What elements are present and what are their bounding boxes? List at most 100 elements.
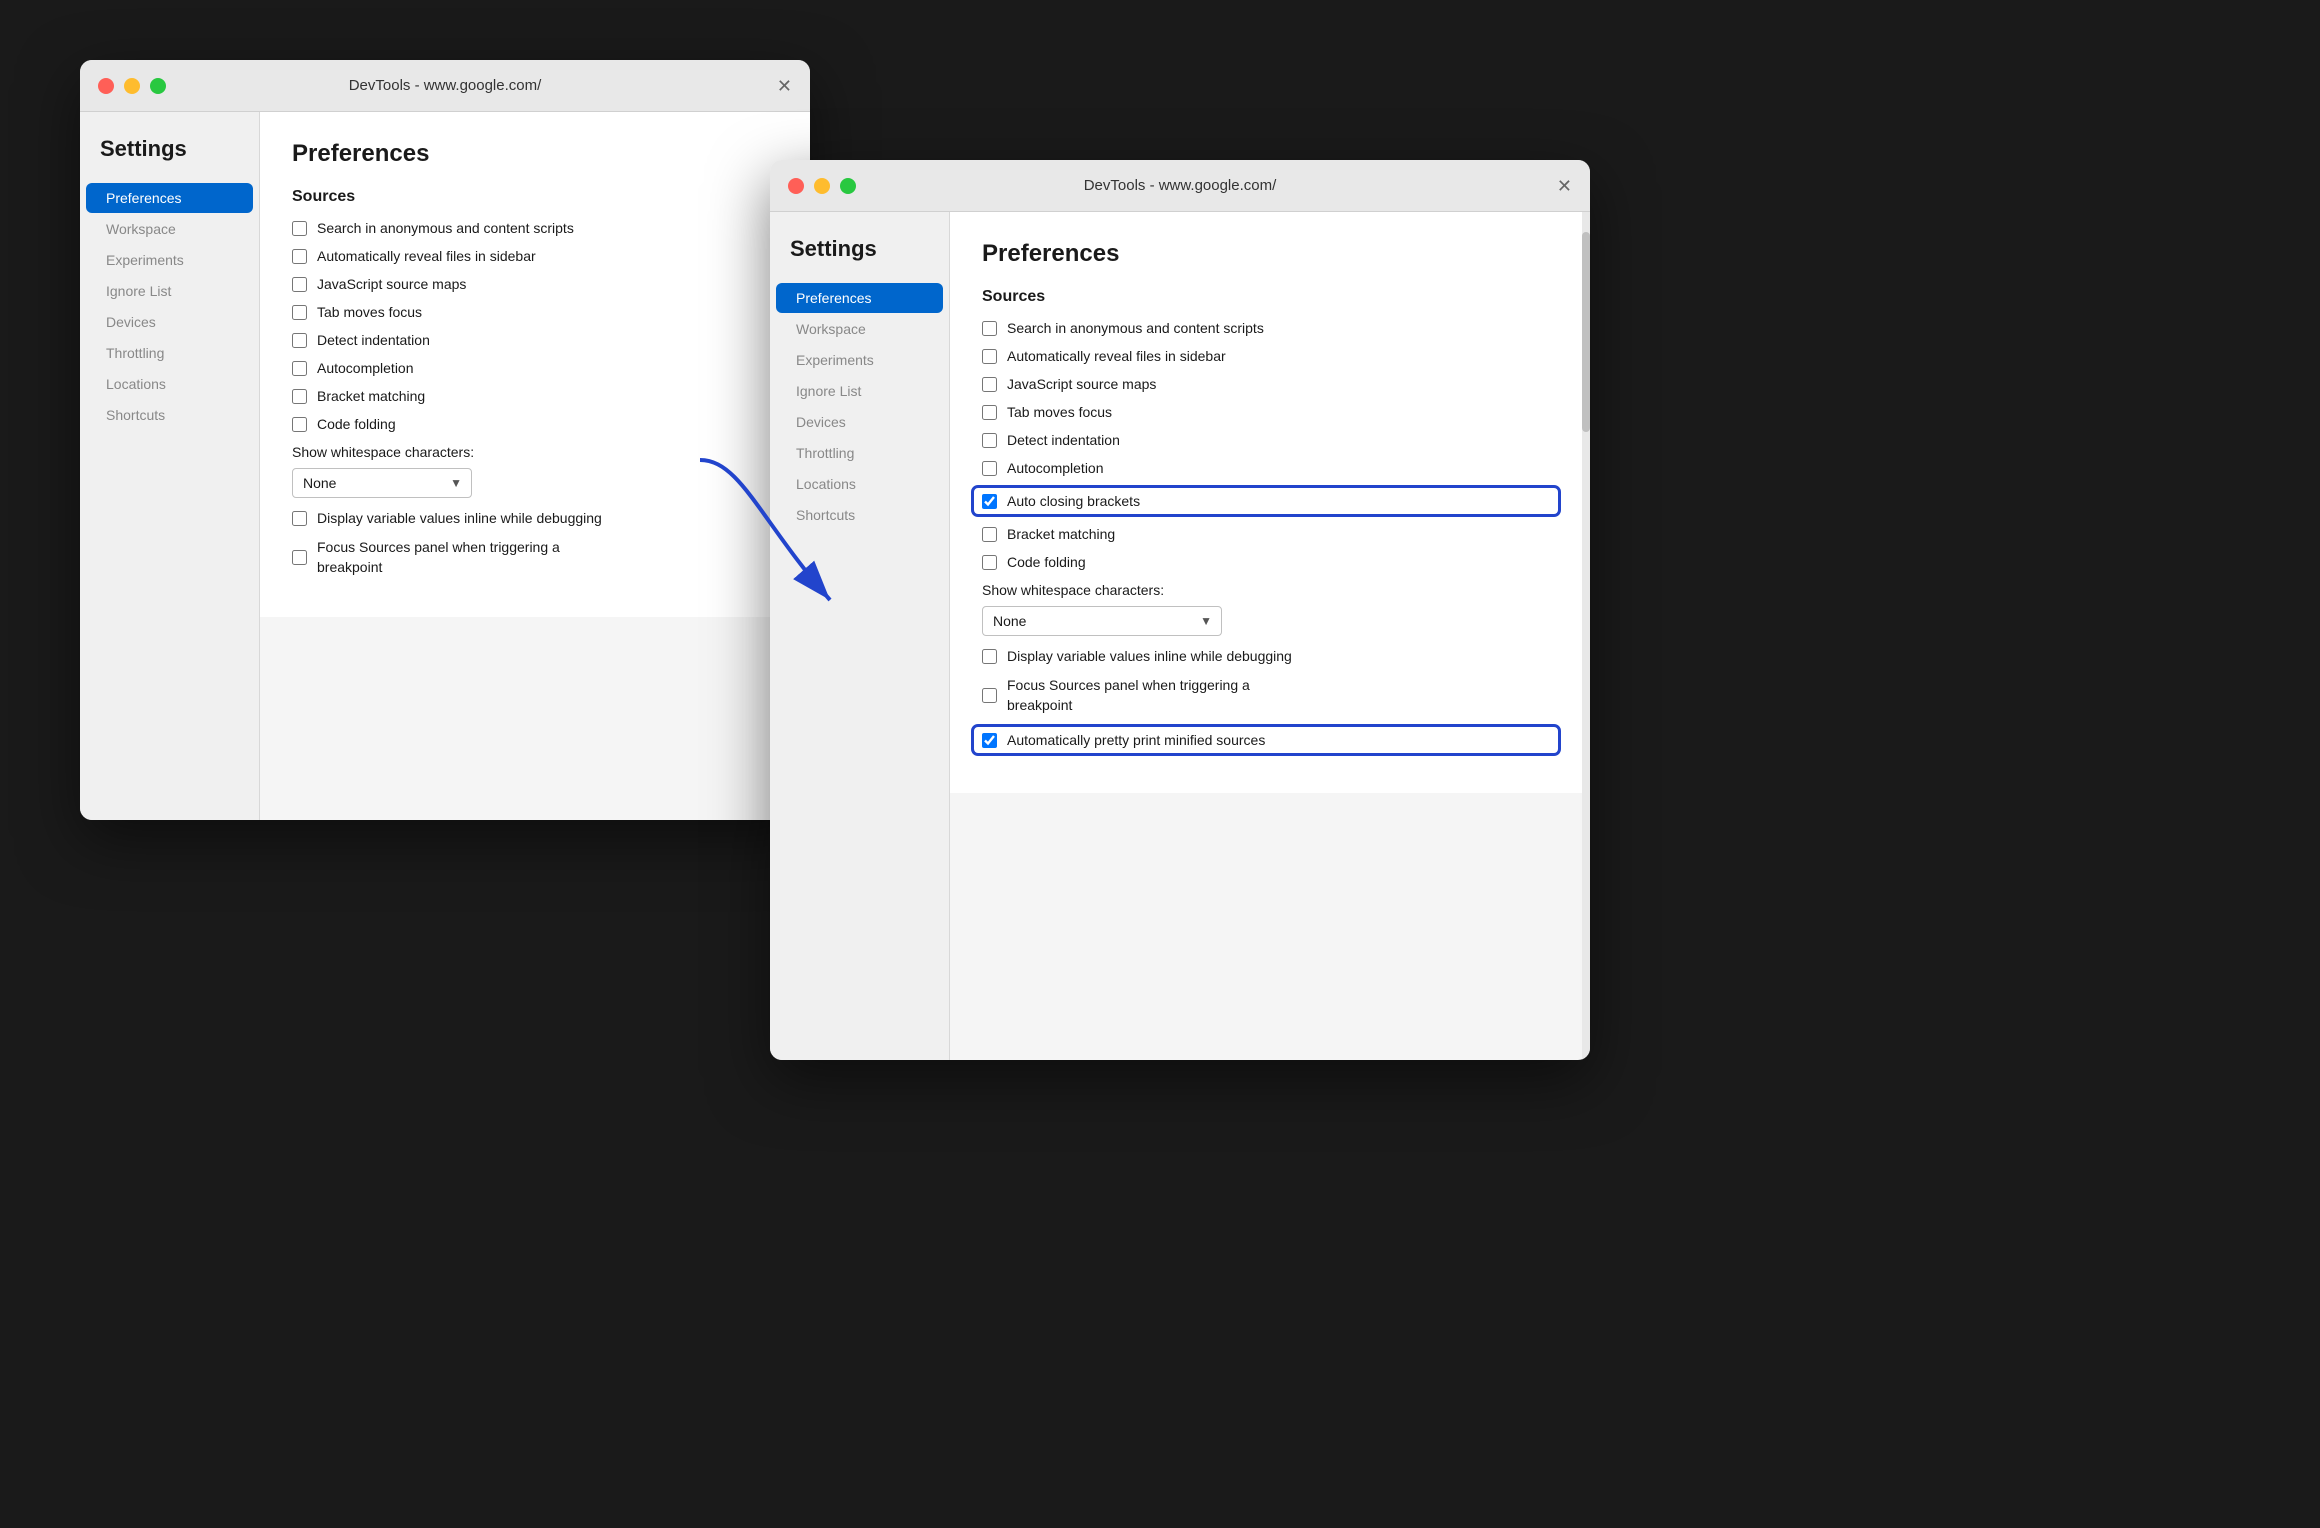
checkbox-bracket-2: Bracket matching	[982, 526, 1558, 542]
checkbox-sourcemaps-label-2: JavaScript source maps	[1007, 376, 1156, 392]
sidebar-item-preferences-1[interactable]: Preferences	[86, 183, 253, 213]
sidebar-item-experiments-1[interactable]: Experiments	[86, 245, 253, 275]
minimize-button-2[interactable]	[814, 178, 830, 194]
checkbox-autoclosing-label-2: Auto closing brackets	[1007, 493, 1140, 509]
checkbox-displayvar-2: Display variable values inline while deb…	[982, 648, 1558, 664]
checkbox-codefolding-1: Code folding	[292, 416, 778, 432]
checkbox-codefolding-label-2: Code folding	[1007, 554, 1086, 570]
sidebar-item-locations-2[interactable]: Locations	[776, 469, 943, 499]
checkbox-focus-label-1: Focus Sources panel when triggering abre…	[317, 538, 560, 577]
checkbox-displayvar-label-2: Display variable values inline while deb…	[1007, 648, 1292, 664]
checkbox-sourcemaps-label-1: JavaScript source maps	[317, 276, 466, 292]
sidebar-item-shortcuts-2[interactable]: Shortcuts	[776, 500, 943, 530]
devtools-window-1: DevTools - www.google.com/ ✕ Settings Pr…	[80, 60, 810, 820]
section-sources-1: Sources	[292, 188, 778, 206]
checkbox-prettyprint-input-2[interactable]	[982, 733, 997, 748]
checkbox-tabmoves-input-1[interactable]	[292, 305, 307, 320]
window-body-2: Settings Preferences Workspace Experimen…	[770, 212, 1590, 1060]
checkbox-autoclosing-input-2[interactable]	[982, 494, 997, 509]
sidebar-item-shortcuts-1[interactable]: Shortcuts	[86, 400, 253, 430]
checkbox-sourcemaps-input-2[interactable]	[982, 377, 997, 392]
sidebar-item-throttling-2[interactable]: Throttling	[776, 438, 943, 468]
checkbox-anonymous-1: Search in anonymous and content scripts	[292, 220, 778, 236]
checkbox-sourcemaps-input-1[interactable]	[292, 277, 307, 292]
checkbox-anonymous-input-1[interactable]	[292, 221, 307, 236]
sidebar-item-experiments-2[interactable]: Experiments	[776, 345, 943, 375]
sidebar-item-locations-1[interactable]: Locations	[86, 369, 253, 399]
sidebar-item-throttling-1[interactable]: Throttling	[86, 338, 253, 368]
checkbox-autocompletion-input-2[interactable]	[982, 461, 997, 476]
checkbox-tabmoves-input-2[interactable]	[982, 405, 997, 420]
checkbox-sourcemaps-1: JavaScript source maps	[292, 276, 778, 292]
checkbox-detect-2: Detect indentation	[982, 432, 1558, 448]
window-title-1: DevTools - www.google.com/	[349, 77, 542, 94]
checkbox-codefolding-2: Code folding	[982, 554, 1558, 570]
checkbox-codefolding-input-1[interactable]	[292, 417, 307, 432]
sidebar-item-ignorelist-2[interactable]: Ignore List	[776, 376, 943, 406]
checkbox-reveal-input-1[interactable]	[292, 249, 307, 264]
content-wrapper-1: Preferences Sources Search in anonymous …	[260, 112, 810, 820]
scrollbar-thumb-2[interactable]	[1582, 232, 1590, 432]
checkbox-prettyprint-label-2: Automatically pretty print minified sour…	[1007, 732, 1265, 748]
close-icon-1[interactable]: ✕	[777, 77, 792, 95]
close-button-1[interactable]	[98, 78, 114, 94]
close-icon-2[interactable]: ✕	[1557, 177, 1572, 195]
checkbox-detect-1: Detect indentation	[292, 332, 778, 348]
checkbox-displayvar-input-1[interactable]	[292, 511, 307, 526]
checkbox-focus-input-2[interactable]	[982, 688, 997, 703]
sidebar-item-devices-2[interactable]: Devices	[776, 407, 943, 437]
settings-title-1: Settings	[80, 136, 259, 182]
content-wrapper-2: Preferences Sources Search in anonymous …	[950, 212, 1590, 1060]
checkbox-bracket-input-2[interactable]	[982, 527, 997, 542]
checkbox-codefolding-input-2[interactable]	[982, 555, 997, 570]
whitespace-label-1: Show whitespace characters:	[292, 444, 778, 460]
checkbox-reveal-2: Automatically reveal files in sidebar	[982, 348, 1558, 364]
checkbox-reveal-1: Automatically reveal files in sidebar	[292, 248, 778, 264]
devtools-window-2: DevTools - www.google.com/ ✕ Settings Pr…	[770, 160, 1590, 1060]
window-title-2: DevTools - www.google.com/	[1084, 177, 1277, 194]
checkbox-detect-input-1[interactable]	[292, 333, 307, 348]
window-controls-2	[788, 178, 856, 194]
checkbox-autocompletion-1: Autocompletion	[292, 360, 778, 376]
checkbox-tabmoves-1: Tab moves focus	[292, 304, 778, 320]
checkbox-reveal-input-2[interactable]	[982, 349, 997, 364]
sidebar-1: Settings Preferences Workspace Experimen…	[80, 112, 260, 820]
checkbox-anonymous-2: Search in anonymous and content scripts	[982, 320, 1558, 336]
checkbox-anonymous-input-2[interactable]	[982, 321, 997, 336]
window-body-1: Settings Preferences Workspace Experimen…	[80, 112, 810, 820]
checkbox-bracket-input-1[interactable]	[292, 389, 307, 404]
sidebar-item-workspace-1[interactable]: Workspace	[86, 214, 253, 244]
checkbox-tabmoves-2: Tab moves focus	[982, 404, 1558, 420]
preferences-title-1: Preferences	[292, 140, 778, 168]
maximize-button-2[interactable]	[840, 178, 856, 194]
sidebar-item-preferences-2[interactable]: Preferences	[776, 283, 943, 313]
sidebar-item-devices-1[interactable]: Devices	[86, 307, 253, 337]
minimize-button-1[interactable]	[124, 78, 140, 94]
checkbox-prettyprint-2: Automatically pretty print minified sour…	[974, 727, 1558, 753]
checkbox-anonymous-label-2: Search in anonymous and content scripts	[1007, 320, 1264, 336]
close-button-2[interactable]	[788, 178, 804, 194]
settings-title-2: Settings	[770, 236, 949, 282]
checkbox-sourcemaps-2: JavaScript source maps	[982, 376, 1558, 392]
checkbox-reveal-label-1: Automatically reveal files in sidebar	[317, 248, 536, 264]
whitespace-select-1[interactable]: None All Trailing	[292, 468, 472, 498]
preferences-title-2: Preferences	[982, 240, 1558, 268]
checkbox-anonymous-label-1: Search in anonymous and content scripts	[317, 220, 574, 236]
maximize-button-1[interactable]	[150, 78, 166, 94]
window-controls-1	[98, 78, 166, 94]
scrollbar-track-2	[1582, 212, 1590, 1060]
sidebar-item-ignorelist-1[interactable]: Ignore List	[86, 276, 253, 306]
checkbox-bracket-1: Bracket matching	[292, 388, 778, 404]
whitespace-select-wrapper-2: None All Trailing ▼	[982, 606, 1222, 636]
checkbox-autocompletion-input-1[interactable]	[292, 361, 307, 376]
checkbox-codefolding-label-1: Code folding	[317, 416, 396, 432]
titlebar-1: DevTools - www.google.com/ ✕	[80, 60, 810, 112]
checkbox-displayvar-input-2[interactable]	[982, 649, 997, 664]
checkbox-detect-label-2: Detect indentation	[1007, 432, 1120, 448]
content-2: Preferences Sources Search in anonymous …	[950, 212, 1590, 793]
whitespace-select-2[interactable]: None All Trailing	[982, 606, 1222, 636]
sidebar-item-workspace-2[interactable]: Workspace	[776, 314, 943, 344]
checkbox-focus-input-1[interactable]	[292, 550, 307, 565]
checkbox-detect-input-2[interactable]	[982, 433, 997, 448]
whitespace-label-2: Show whitespace characters:	[982, 582, 1558, 598]
